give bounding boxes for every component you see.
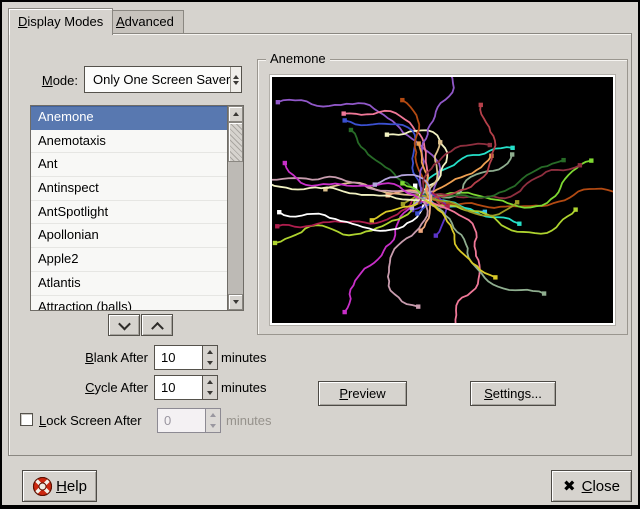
mode-dropdown-value: Only One Screen Saver bbox=[85, 72, 230, 87]
lock-after-spinner: 0 bbox=[157, 408, 221, 433]
scrollbar-thumb[interactable] bbox=[228, 122, 243, 162]
chevron-down-icon bbox=[118, 317, 131, 330]
preview-shell bbox=[269, 74, 616, 326]
mode-label: Mode: bbox=[28, 73, 78, 88]
scroll-up-icon[interactable] bbox=[228, 106, 243, 122]
saver-list-item[interactable]: AntSpotlight bbox=[31, 201, 227, 225]
cycle-after-spinner[interactable]: 10 bbox=[154, 375, 218, 400]
spinner-arrows[interactable] bbox=[202, 346, 217, 369]
cycle-after-value[interactable]: 10 bbox=[155, 376, 202, 399]
blank-after-value[interactable]: 10 bbox=[155, 346, 202, 369]
saver-list-item[interactable]: Antinspect bbox=[31, 177, 227, 201]
blank-after-unit: minutes bbox=[221, 350, 267, 365]
dropdown-arrow-icon[interactable] bbox=[230, 67, 241, 92]
tab-advanced[interactable]: Advanced bbox=[106, 10, 184, 33]
saver-list-item[interactable]: Atlantis bbox=[31, 272, 227, 296]
tab-advanced-label: Advanced bbox=[116, 11, 174, 33]
saver-list-item[interactable]: Ant bbox=[31, 153, 227, 177]
chevron-up-icon bbox=[151, 321, 164, 334]
screensaver-list: Anemone Anemotaxis Ant Antinspect AntSpo… bbox=[30, 105, 244, 311]
saver-list-item[interactable]: Apple2 bbox=[31, 248, 227, 272]
close-x-icon: ✖ bbox=[563, 477, 576, 495]
spin-down-icon bbox=[206, 421, 220, 433]
screensaver-list-body[interactable]: Anemone Anemotaxis Ant Antinspect AntSpo… bbox=[30, 105, 227, 311]
help-button[interactable]: Help bbox=[22, 470, 97, 502]
anemone-preview-image bbox=[272, 77, 613, 323]
tab-display-modes-label: Display Modes bbox=[18, 9, 103, 34]
saver-list-item[interactable]: Apollonian bbox=[31, 224, 227, 248]
lock-after-value: 0 bbox=[158, 409, 205, 432]
spinner-arrows bbox=[205, 409, 220, 432]
preview-frame-title: Anemone bbox=[266, 51, 330, 66]
list-next-button[interactable] bbox=[108, 314, 140, 336]
lock-screen-checkbox[interactable] bbox=[20, 413, 33, 426]
spin-up-icon[interactable] bbox=[203, 346, 217, 358]
preview-button[interactable]: Preview bbox=[318, 381, 407, 406]
mode-dropdown[interactable]: Only One Screen Saver bbox=[84, 66, 242, 93]
lock-after-unit: minutes bbox=[226, 413, 272, 428]
list-prev-button[interactable] bbox=[141, 314, 173, 336]
lock-screen-label: Lock Screen After bbox=[39, 413, 142, 428]
spin-up-icon bbox=[206, 409, 220, 421]
spin-down-icon[interactable] bbox=[203, 358, 217, 370]
screensaver-preview[interactable] bbox=[272, 77, 613, 323]
close-button[interactable]: ✖ Close bbox=[551, 470, 632, 502]
blank-after-label: Blank After bbox=[28, 350, 148, 365]
spin-up-icon[interactable] bbox=[203, 376, 217, 388]
spin-down-icon[interactable] bbox=[203, 388, 217, 400]
saver-list-item[interactable]: Anemone bbox=[31, 106, 227, 130]
cycle-after-label: Cycle After bbox=[28, 380, 148, 395]
cycle-after-unit: minutes bbox=[221, 380, 267, 395]
blank-after-spinner[interactable]: 10 bbox=[154, 345, 218, 370]
tab-display-modes[interactable]: Display Modes bbox=[8, 8, 113, 35]
saver-list-item[interactable]: Attraction (balls) bbox=[31, 296, 227, 312]
list-scrollbar[interactable] bbox=[227, 105, 244, 311]
help-lifebuoy-icon bbox=[32, 476, 53, 497]
spinner-arrows[interactable] bbox=[202, 376, 217, 399]
settings-button[interactable]: Settings... bbox=[470, 381, 556, 406]
scroll-down-icon[interactable] bbox=[228, 294, 243, 310]
saver-list-item[interactable]: Anemotaxis bbox=[31, 130, 227, 154]
